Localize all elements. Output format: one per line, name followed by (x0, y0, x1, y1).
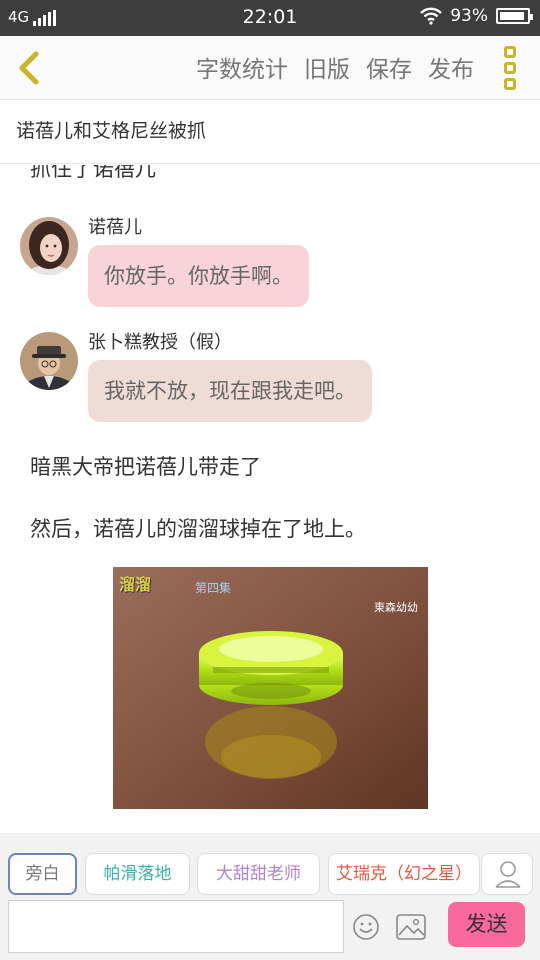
character-chip[interactable]: 艾瑞克（幻之星） (328, 853, 480, 895)
image-channel-text: 東森幼幼 (374, 601, 418, 614)
speaker-name: 张卜糕教授（假） (88, 332, 232, 353)
more-menu-icon[interactable] (502, 46, 518, 90)
image-logo-text: 溜溜 (119, 575, 152, 594)
status-bar: 4G 22:01 93% (0, 0, 540, 36)
battery-fill (500, 12, 524, 20)
compose-panel: 旁白 帕滑落地 大甜甜老师 艾瑞克（幻之星） 发送 (0, 833, 540, 960)
character-chip[interactable]: 帕滑落地 (85, 853, 190, 895)
emoji-icon[interactable] (352, 913, 380, 941)
send-button[interactable]: 发送 (448, 902, 525, 947)
avatar[interactable] (20, 217, 78, 275)
add-character-button[interactable] (481, 853, 533, 895)
character-chip[interactable]: 大甜甜老师 (197, 853, 320, 895)
image-picker-icon[interactable] (396, 914, 426, 940)
word-count-button[interactable]: 字数统计 (196, 50, 288, 84)
wifi-icon (420, 7, 443, 25)
story-title: 诺蓓儿和艾格尼丝被抓 (16, 120, 207, 142)
publish-button[interactable]: 发布 (428, 50, 474, 84)
narration-line: 暗黑大帝把诺蓓儿带走了 (30, 455, 261, 479)
battery-percent: 93% (450, 6, 488, 26)
character-chip-narrator[interactable]: 旁白 (8, 853, 77, 895)
narration-line: 然后，诺蓓儿的溜溜球掉在了地上。 (30, 517, 366, 541)
story-image[interactable]: 溜溜 第四集 東森幼幼 (113, 567, 428, 809)
app-toolbar: 字数统计 旧版 保存 发布 (0, 36, 540, 100)
message-bubble[interactable]: 你放手。你放手啊。 (88, 245, 309, 307)
image-episode-text: 第四集 (195, 581, 232, 595)
story-content[interactable]: 抓住了诺蓓儿 诺蓓儿 你放手。你放手啊。 张卜糕教授（假） 我就不放，现在跟我走… (0, 165, 540, 833)
narration-line: 抓住了诺蓓儿 (30, 165, 156, 181)
save-button[interactable]: 保存 (366, 50, 412, 84)
status-right: 93% (420, 6, 533, 26)
toolbar-actions: 字数统计 旧版 保存 发布 (196, 50, 474, 84)
message-input[interactable] (8, 900, 344, 953)
battery-icon (496, 8, 533, 24)
person-icon (495, 861, 521, 888)
speaker-name: 诺蓓儿 (88, 217, 142, 238)
back-arrow-icon[interactable] (12, 46, 48, 90)
message-bubble[interactable]: 我就不放，现在跟我走吧。 (88, 360, 372, 422)
story-title-bar[interactable]: 诺蓓儿和艾格尼丝被抓 (0, 100, 540, 164)
old-version-button[interactable]: 旧版 (304, 50, 350, 84)
avatar[interactable] (20, 332, 78, 390)
